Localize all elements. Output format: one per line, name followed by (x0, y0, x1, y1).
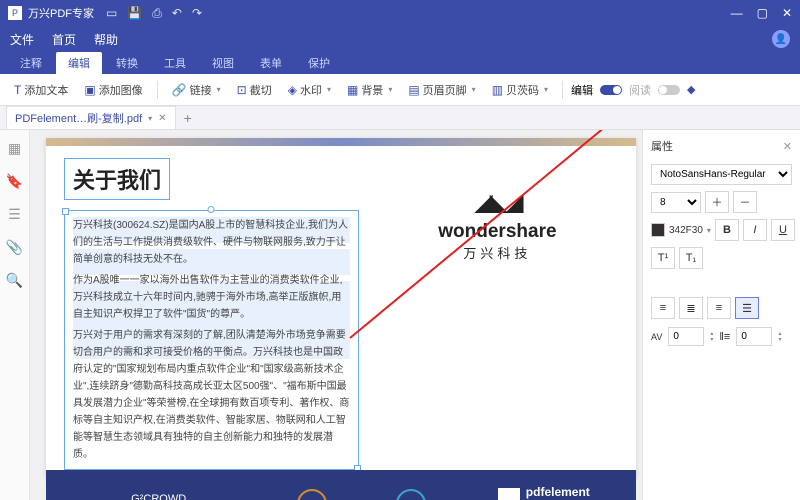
line-spacing-icon: ‖≡ (719, 331, 730, 343)
edit-toggle[interactable] (600, 85, 622, 95)
undo-icon[interactable]: ↶ (172, 6, 182, 21)
thumbnails-icon[interactable]: ▦ (8, 140, 21, 157)
minimize-icon[interactable]: ― (731, 6, 743, 20)
attachments-icon[interactable]: 📎 (6, 239, 23, 256)
header-footer-button[interactable]: ▤页眉页脚 (402, 79, 481, 101)
page-banner (46, 138, 636, 146)
user-avatar-icon[interactable]: 👤 (772, 30, 790, 48)
menubar: 文件 首页 帮助 👤 (0, 26, 800, 52)
underline-button[interactable]: U (771, 219, 795, 241)
open-icon[interactable]: ▭ (106, 6, 117, 21)
superscript-button[interactable]: T¹ (651, 247, 675, 269)
link-icon: 🔗 (172, 83, 187, 97)
wondershare-symbol-icon: ◢◣◢ (474, 188, 520, 217)
background-icon: ▦ (347, 83, 358, 97)
maximize-icon[interactable]: ▢ (757, 6, 768, 20)
tab-form[interactable]: 表单 (248, 52, 294, 74)
edit-toolbar: T添加文本 ▣添加图像 🔗链接 ⊡截切 ◈水印 ▦背景 ▤页眉页脚 ▥贝茨码 编… (0, 74, 800, 106)
color-hex: 342F30 (669, 225, 703, 236)
watermark-icon: ◈ (288, 83, 297, 97)
tab-tools[interactable]: 工具 (152, 52, 198, 74)
text-icon: T (14, 83, 21, 97)
menu-home[interactable]: 首页 (52, 31, 76, 48)
decrease-size-button[interactable]: － (733, 191, 757, 213)
paragraph-1[interactable]: 万兴科技(300624.SZ)是国内A股上市的智慧科技企业,我们为人们的生活与工… (73, 217, 350, 268)
color-swatch[interactable] (651, 223, 665, 237)
align-left-button[interactable]: ≡ (651, 297, 675, 319)
save-icon[interactable]: 💾 (127, 6, 142, 21)
document-canvas[interactable]: 关于我们 万兴科技(300624.SZ)是国内A股上市的智慧科技企业,我们为人们… (30, 130, 642, 500)
add-image-button[interactable]: ▣添加图像 (78, 79, 148, 101)
app-title: 万兴PDF专家 (28, 5, 94, 21)
close-icon[interactable]: ✕ (782, 6, 792, 20)
quick-access: ▭ 💾 ⎙ ↶ ↷ (106, 6, 202, 21)
paragraph-2[interactable]: 作为A股唯一一家以海外出售软件为主营业的消费类软件企业,万兴科技成立十六年时间内… (73, 272, 350, 323)
edit-mode-label: 编辑 (571, 82, 593, 98)
add-text-button[interactable]: T添加文本 (8, 79, 74, 101)
bates-icon: ▥ (492, 83, 503, 97)
new-tab-button[interactable]: + (184, 110, 192, 126)
document-tab-label: PDFelement…刷-复制.pdf (15, 110, 142, 126)
paragraph-3[interactable]: 万兴对于用户的需求有深刻的了解,团队清楚海外市场竞争需要切合用户的需和求可接受价… (73, 327, 350, 463)
read-mode-label: 阅读 (629, 82, 651, 98)
properties-title: 属性 (651, 138, 673, 154)
g2crowd-logo: G²CROWD (131, 493, 186, 500)
image-icon: ▣ (84, 83, 95, 97)
header-footer-icon: ▤ (408, 83, 419, 97)
menu-help[interactable]: 帮助 (94, 31, 118, 48)
line-spacing-input[interactable] (736, 327, 772, 346)
leader-badge-icon (297, 489, 327, 500)
bookmarks-icon[interactable]: 🔖 (6, 173, 23, 190)
mode-settings-icon[interactable]: ◆ (687, 83, 695, 96)
char-spacing-input[interactable] (668, 327, 704, 346)
brand-word: wondershare (438, 221, 556, 243)
print-icon[interactable]: ⎙ (152, 6, 162, 21)
workspace: ▦ 🔖 ☰ 📎 🔍 关于我们 万兴科技(300624.SZ)是国内A股上市的智慧… (0, 130, 800, 500)
page-heading[interactable]: 关于我们 (64, 158, 170, 200)
menu-file[interactable]: 文件 (10, 31, 34, 48)
crop-icon: ⊡ (237, 83, 247, 97)
tab-protect[interactable]: 保护 (296, 52, 342, 74)
align-justify-button[interactable]: ☰ (735, 297, 759, 319)
font-family-select[interactable]: NotoSansHans-Regular (651, 164, 792, 185)
document-tab[interactable]: PDFelement…刷-复制.pdf ▾ ✕ (6, 106, 176, 129)
read-toggle[interactable] (658, 85, 680, 95)
text-selection-box[interactable]: 万兴科技(300624.SZ)是国内A股上市的智慧科技企业,我们为人们的生活与工… (64, 210, 359, 470)
align-center-button[interactable]: ≣ (679, 297, 703, 319)
watermark-button[interactable]: ◈水印 (282, 79, 337, 101)
increase-size-button[interactable]: ＋ (705, 191, 729, 213)
document-tabs: PDFelement…刷-复制.pdf ▾ ✕ + (0, 106, 800, 130)
char-spacing-label: AV (651, 332, 662, 342)
search-icon[interactable]: 🔍 (6, 272, 23, 289)
brand-logo-block: ◢◣◢ wondershare 万兴科技 (377, 158, 618, 470)
redo-icon[interactable]: ↷ (192, 6, 202, 21)
tab-view[interactable]: 视图 (200, 52, 246, 74)
pdfelement-logo-icon (498, 488, 520, 500)
comments-icon[interactable]: ☰ (8, 206, 21, 223)
crop-button[interactable]: ⊡截切 (231, 79, 278, 101)
close-panel-icon[interactable]: ✕ (783, 140, 792, 153)
font-size-select[interactable]: 8 (651, 192, 701, 213)
properties-panel: 属性 ✕ NotoSansHans-Regular 8 ＋ － 342F30 ▾… (642, 130, 800, 500)
italic-button[interactable]: I (743, 219, 767, 241)
link-button[interactable]: 🔗链接 (166, 79, 227, 101)
brand-cn: 万兴科技 (463, 243, 531, 262)
top100-badge-icon (396, 489, 426, 500)
bates-button[interactable]: ▥贝茨码 (486, 79, 554, 101)
pdf-page[interactable]: 关于我们 万兴科技(300624.SZ)是国内A股上市的智慧科技企业,我们为人们… (46, 138, 636, 478)
align-right-button[interactable]: ≡ (707, 297, 731, 319)
close-tab-icon[interactable]: ✕ (158, 113, 166, 124)
page-footer-band: G²CROWD 2018百强软件公司-G2Crowd评选 LEADER TOP … (46, 470, 636, 500)
window-controls: ― ▢ ✕ (731, 6, 792, 20)
app-logo: P (8, 6, 22, 20)
titlebar: P 万兴PDF专家 ▭ 💾 ⎙ ↶ ↷ ― ▢ ✕ (0, 0, 800, 26)
left-sidebar: ▦ 🔖 ☰ 📎 🔍 (0, 130, 30, 500)
ribbon-tabs: 注释 编辑 转换 工具 视图 表单 保护 (0, 52, 800, 74)
tab-annotate[interactable]: 注释 (8, 52, 54, 74)
bold-button[interactable]: B (715, 219, 739, 241)
tab-convert[interactable]: 转换 (104, 52, 150, 74)
background-button[interactable]: ▦背景 (341, 79, 398, 101)
tab-edit[interactable]: 编辑 (56, 52, 102, 74)
subscript-button[interactable]: T₁ (679, 247, 703, 269)
